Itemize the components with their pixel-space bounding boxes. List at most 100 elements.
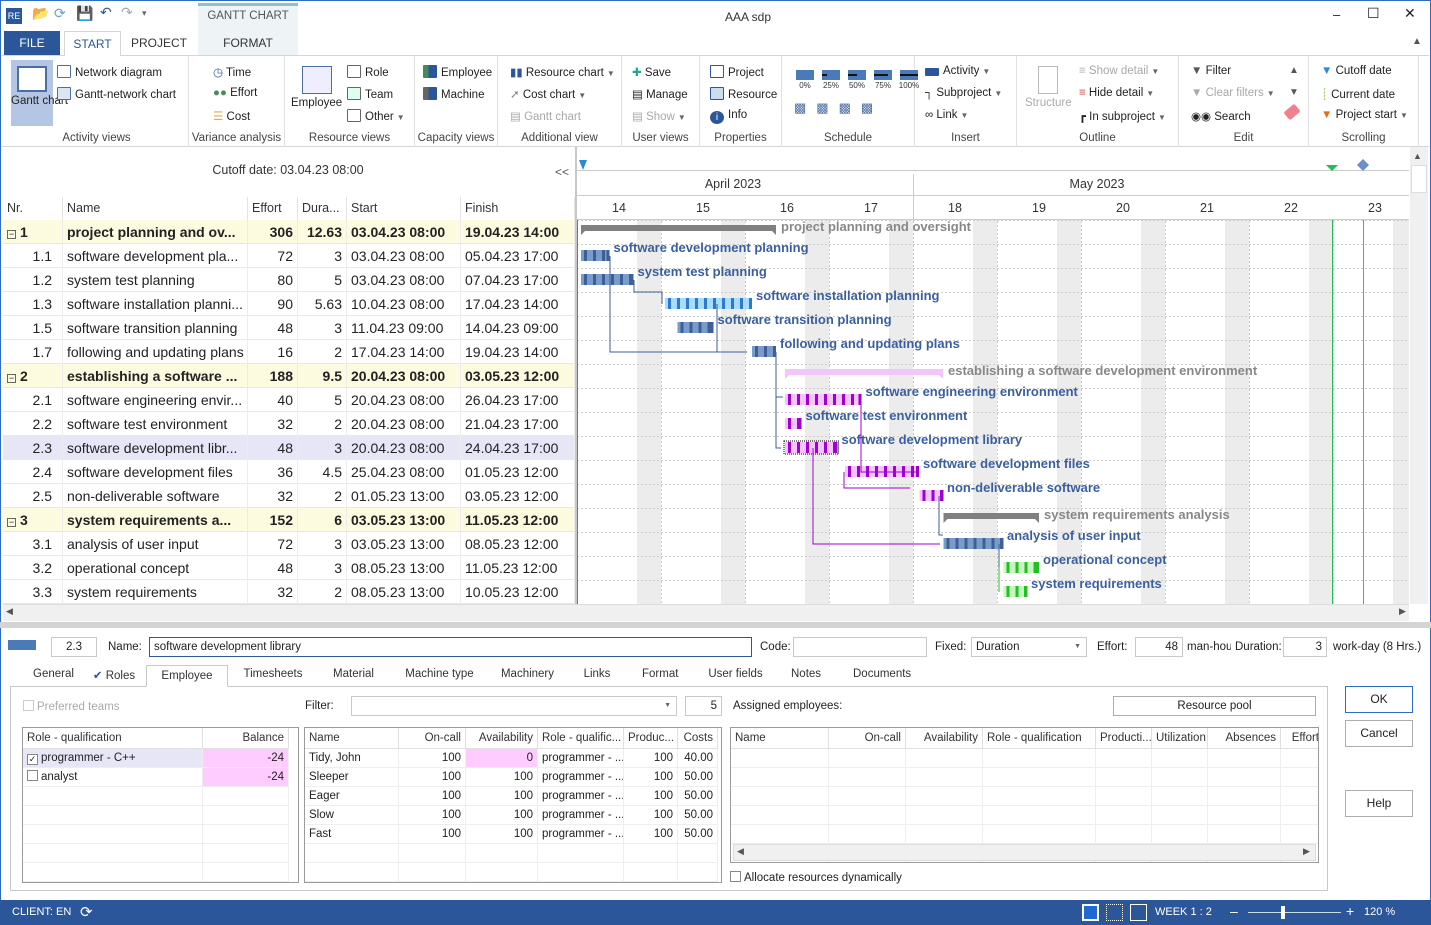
- team-button[interactable]: Team: [347, 87, 393, 101]
- info-button[interactable]: i Info: [710, 109, 747, 124]
- help-button[interactable]: Help: [1345, 790, 1413, 817]
- assigned-header[interactable]: Producti...: [1096, 728, 1152, 749]
- tab-employee[interactable]: Employee: [146, 665, 228, 687]
- table-row[interactable]: 3.3 system requirements 32 2 08.05.23 13:00 1…: [3, 580, 575, 604]
- ok-button[interactable]: OK: [1345, 686, 1413, 713]
- panel-splitter[interactable]: [0, 622, 1431, 628]
- tab-machinery[interactable]: Machinery: [500, 668, 555, 686]
- tab-timesheets[interactable]: Timesheets: [243, 668, 303, 686]
- name-input[interactable]: software development library: [149, 637, 752, 657]
- role-button[interactable]: Role: [347, 65, 389, 79]
- manage-views-button[interactable]: ▤ Manage: [632, 87, 688, 101]
- sync-icon[interactable]: ⟳: [80, 903, 93, 921]
- scroll-left-icon[interactable]: ◀: [737, 846, 744, 857]
- filter-select[interactable]: ▼: [351, 696, 677, 716]
- progress-3-button[interactable]: 75%: [872, 70, 894, 90]
- table-row[interactable]: 2.4 software development files 36 4.5 25.04.…: [3, 460, 575, 484]
- resource-pool-button[interactable]: Resource pool: [1113, 696, 1316, 716]
- employee-view-button[interactable]: Employee: [291, 66, 342, 109]
- allocate-dynamically-checkbox[interactable]: Allocate resources dynamically: [730, 871, 902, 884]
- table-row[interactable]: 1.5 software transition planning 48 3 11.04.…: [3, 316, 575, 340]
- tab-machine-type[interactable]: Machine type: [402, 668, 477, 686]
- customize-toolbar-icon[interactable]: ▾: [142, 8, 147, 19]
- undo-icon[interactable]: ↶: [100, 4, 112, 21]
- collapse-grid-button[interactable]: <<: [555, 165, 569, 179]
- timescale-label[interactable]: WEEK 1 : 2: [1155, 906, 1212, 918]
- eraser-icon[interactable]: [1283, 103, 1301, 121]
- employee-header[interactable]: Costs: [678, 728, 718, 749]
- tab-start[interactable]: START: [64, 31, 121, 56]
- gantt-chart-button[interactable]: Gantt chart: [11, 60, 68, 126]
- tab-documents[interactable]: Documents: [853, 668, 911, 686]
- table-row[interactable]: 2.5 non-deliverable software 32 2 01.05.23 1…: [3, 484, 575, 508]
- assigned-header[interactable]: Absences: [1208, 728, 1281, 749]
- tab-links[interactable]: Links: [583, 668, 611, 686]
- checked-checkbox[interactable]: ✓: [27, 754, 38, 765]
- vertical-scroll-thumb[interactable]: [1411, 165, 1427, 193]
- progress-1-button[interactable]: 25%: [820, 70, 842, 90]
- insert-subproject-button[interactable]: ┐ Subproject ▼: [925, 87, 1002, 99]
- effort-input[interactable]: 48: [1135, 637, 1183, 657]
- move-up-icon[interactable]: ▲: [1289, 65, 1299, 76]
- other-button[interactable]: Other ▼: [347, 109, 405, 123]
- column-header-3[interactable]: Dura...: [298, 197, 347, 220]
- table-row[interactable]: 2.3 software development libr... 48 3 20.04.…: [3, 436, 575, 460]
- tab-project[interactable]: PROJECT: [124, 31, 194, 55]
- zoom-in-button[interactable]: +: [1346, 903, 1354, 919]
- task-bar[interactable]: [785, 442, 838, 453]
- move-down-icon[interactable]: ▼: [1289, 87, 1299, 98]
- scroll-right-icon[interactable]: ▶: [1303, 846, 1310, 857]
- task-bar[interactable]: [581, 274, 634, 285]
- cancel-button[interactable]: Cancel: [1345, 720, 1413, 747]
- close-button[interactable]: ✕: [1404, 5, 1416, 22]
- tab-notes[interactable]: Notes: [791, 668, 821, 686]
- gantt-network-button[interactable]: Gantt-network chart: [57, 87, 176, 101]
- project-start-button[interactable]: ▼ Project start ▼: [1321, 109, 1408, 121]
- current-date-button[interactable]: ┊ Current date: [1321, 87, 1395, 101]
- resource-view-icon[interactable]: [1130, 904, 1147, 921]
- collapse-icon[interactable]: −: [7, 374, 16, 383]
- vertical-scrollbar[interactable]: [1410, 147, 1428, 604]
- collapse-icon[interactable]: −: [7, 230, 16, 239]
- employee-header[interactable]: Role - qualific...: [538, 728, 624, 749]
- duration-input[interactable]: 3: [1283, 637, 1327, 657]
- capacity-employee-button[interactable]: Employee: [423, 65, 492, 79]
- cutoff-date-button[interactable]: ▼ Cutoff date: [1321, 65, 1392, 77]
- capacity-machine-button[interactable]: Machine: [423, 87, 484, 101]
- schedule-tools-icons[interactable]: ▩▩▩▩: [794, 100, 883, 116]
- assigned-header[interactable]: Utilization: [1152, 728, 1208, 749]
- fixed-select[interactable]: Duration ▼: [971, 637, 1087, 657]
- insert-activity-button[interactable]: Activity ▼: [925, 65, 990, 77]
- redo-icon[interactable]: ↷: [121, 4, 133, 21]
- task-bar[interactable]: [785, 394, 862, 405]
- tab-format[interactable]: Format: [642, 668, 678, 686]
- employee-header[interactable]: On-call: [399, 728, 466, 749]
- progress-2-button[interactable]: 50%: [846, 70, 868, 90]
- show-detail-button[interactable]: ≡ Show detail ▼: [1079, 65, 1159, 77]
- employee-header[interactable]: Name: [305, 728, 399, 749]
- column-header-4[interactable]: Start: [347, 197, 461, 220]
- scroll-up-icon[interactable]: ▲: [1413, 151, 1422, 161]
- preferred-teams-checkbox[interactable]: Preferred teams: [23, 700, 119, 713]
- table-row[interactable]: 1.1 software development pla... 72 3 03.04.2…: [3, 244, 575, 268]
- resource-chart-button[interactable]: ▮▮ Resource chart ▼: [510, 65, 615, 79]
- checkbox[interactable]: [27, 770, 38, 781]
- effort-button[interactable]: ●● Effort: [213, 87, 257, 99]
- column-header-1[interactable]: Name: [63, 197, 248, 220]
- show-views-button[interactable]: ▤ Show ▼: [632, 109, 686, 123]
- tab-material[interactable]: Material: [331, 668, 376, 686]
- tab-general[interactable]: General: [31, 668, 76, 686]
- refresh-icon[interactable]: ⟳: [54, 5, 66, 22]
- maximize-button[interactable]: ☐: [1367, 5, 1380, 22]
- insert-link-button[interactable]: ∞ Link ▼: [925, 109, 968, 121]
- table-row[interactable]: 1.2 system test planning 80 5 03.04.23 08:00…: [3, 268, 575, 292]
- additional-gantt-chart-button[interactable]: ▤ Gantt chart: [510, 109, 581, 123]
- structure-button[interactable]: Structure: [1025, 66, 1072, 109]
- zoom-slider[interactable]: [1248, 912, 1341, 913]
- gantt-view-icon[interactable]: [1082, 904, 1099, 921]
- open-folder-icon[interactable]: 📂: [32, 5, 49, 22]
- tab-user-fields[interactable]: User fields: [708, 668, 763, 686]
- progress-0-button[interactable]: 0%: [794, 70, 816, 90]
- collapse-icon[interactable]: −: [7, 518, 16, 527]
- horizontal-scrollbar[interactable]: [3, 604, 1409, 621]
